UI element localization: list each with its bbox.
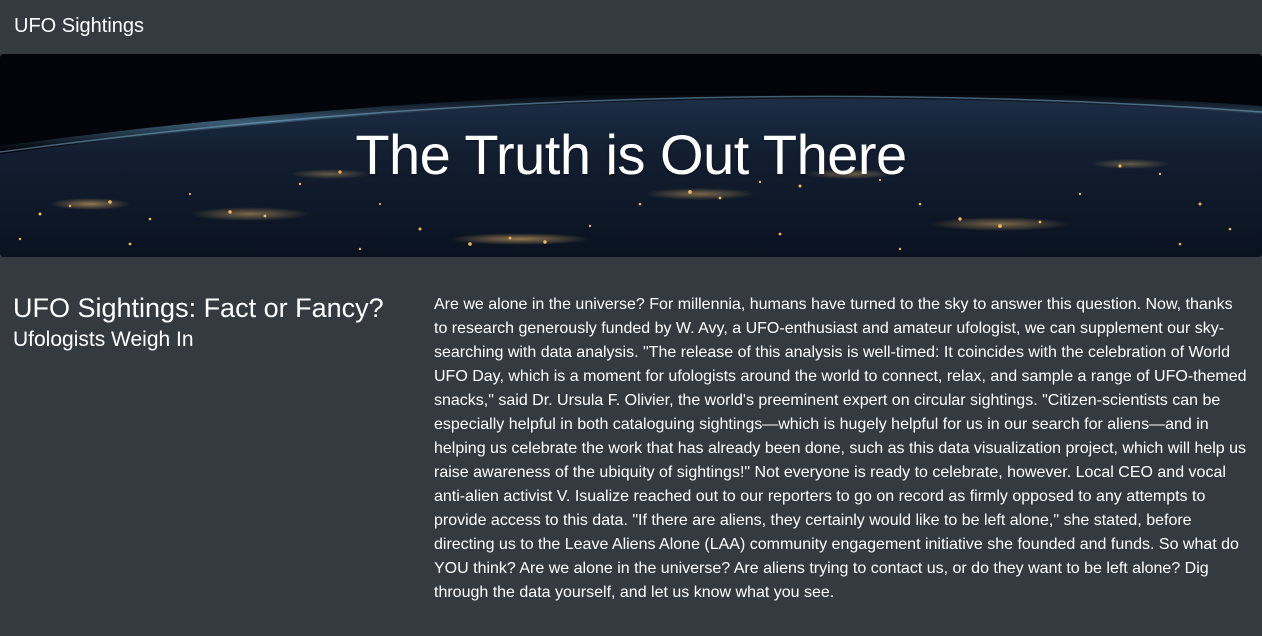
main-content: UFO Sightings: Fact or Fancy? Ufologists…: [0, 257, 1262, 605]
article-body: Are we alone in the universe? For millen…: [434, 296, 1247, 601]
hero-title: The Truth is Out There: [355, 123, 907, 186]
article-header: UFO Sightings: Fact or Fancy? Ufologists…: [0, 290, 434, 605]
hero-banner: The Truth is Out There: [0, 54, 1262, 257]
navbar: UFO Sightings: [0, 0, 1262, 54]
navbar-brand-link[interactable]: UFO Sightings: [14, 16, 144, 36]
article-heading: UFO Sightings: Fact or Fancy?: [13, 293, 384, 323]
article-subheading: Ufologists Weigh In: [13, 328, 194, 351]
